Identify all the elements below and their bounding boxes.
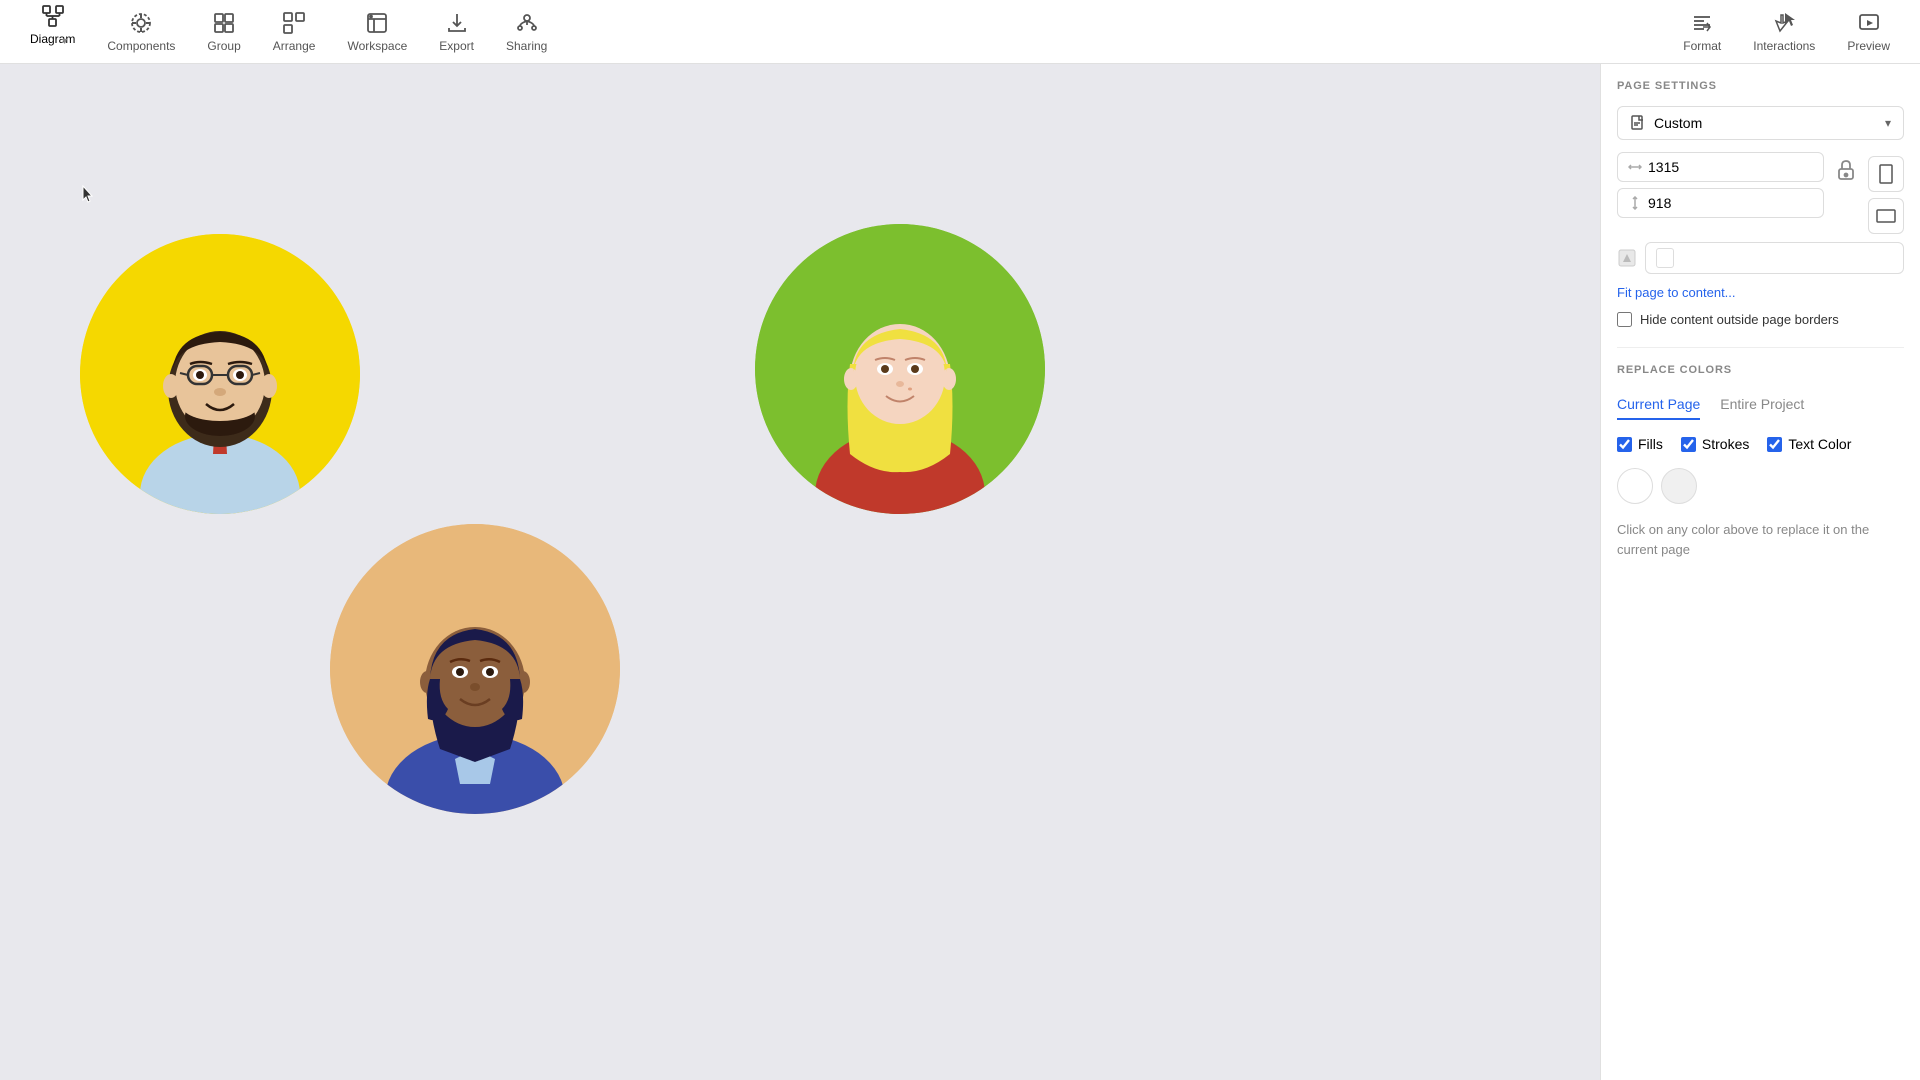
sidebar: PAGE SETTINGS Custom ▾ bbox=[1600, 64, 1920, 1080]
width-input[interactable] bbox=[1648, 159, 1813, 175]
replace-colors-title: REPLACE COLORS bbox=[1617, 347, 1904, 376]
color-filter-checkboxes: Fills Strokes Text Color bbox=[1617, 436, 1904, 452]
toolbar: Diagram ▼ Components bbox=[0, 0, 1920, 64]
height-icon bbox=[1628, 196, 1642, 210]
preview-label: Preview bbox=[1847, 39, 1890, 53]
file-icon bbox=[1630, 115, 1646, 131]
toolbar-group[interactable]: Group bbox=[193, 3, 254, 61]
strokes-checkbox-item[interactable]: Strokes bbox=[1681, 436, 1749, 452]
fills-label: Fills bbox=[1638, 436, 1663, 452]
fills-checkbox-item[interactable]: Fills bbox=[1617, 436, 1663, 452]
text-color-checkbox[interactable] bbox=[1767, 437, 1782, 452]
bg-color-swatch[interactable] bbox=[1656, 248, 1674, 268]
interactions-label: Interactions bbox=[1753, 39, 1815, 53]
replace-colors-tabs: Current Page Entire Project bbox=[1617, 390, 1904, 420]
fills-checkbox[interactable] bbox=[1617, 437, 1632, 452]
page-size-dropdown-row: Custom ▾ bbox=[1617, 106, 1904, 140]
chevron-down-icon: ▾ bbox=[1885, 116, 1891, 130]
format-label: Format bbox=[1683, 39, 1721, 53]
components-icon bbox=[129, 11, 153, 35]
workspace-icon bbox=[365, 11, 389, 35]
color-swatch-white[interactable] bbox=[1617, 468, 1653, 504]
group-label: Group bbox=[207, 39, 240, 53]
toolbar-format[interactable]: Format bbox=[1669, 3, 1735, 61]
lock-proportions-button[interactable] bbox=[1832, 156, 1860, 184]
toolbar-interactions[interactable]: Interactions bbox=[1739, 3, 1829, 61]
text-color-label: Text Color bbox=[1788, 436, 1851, 452]
text-color-checkbox-item[interactable]: Text Color bbox=[1767, 436, 1851, 452]
hide-content-row: Hide content outside page borders bbox=[1617, 312, 1904, 327]
portrait-orientation-button[interactable] bbox=[1868, 156, 1904, 192]
toolbar-preview[interactable]: Preview bbox=[1833, 3, 1904, 61]
avatar-woman-blonde[interactable] bbox=[755, 224, 1045, 514]
arrange-icon bbox=[282, 11, 306, 35]
cursor-icon bbox=[79, 184, 99, 204]
height-input-wrap bbox=[1617, 188, 1824, 218]
avatar-man-glasses[interactable] bbox=[80, 234, 360, 514]
custom-label: Custom bbox=[1654, 115, 1702, 131]
tab-current-page[interactable]: Current Page bbox=[1617, 390, 1700, 420]
strokes-label: Strokes bbox=[1702, 436, 1749, 452]
format-icon bbox=[1690, 11, 1714, 35]
components-label: Components bbox=[107, 39, 175, 53]
group-icon bbox=[212, 11, 236, 35]
export-label: Export bbox=[439, 39, 474, 53]
height-input[interactable] bbox=[1648, 195, 1813, 211]
sharing-icon bbox=[515, 11, 539, 35]
toolbar-components[interactable]: Components bbox=[93, 3, 189, 61]
bg-color-input-row bbox=[1645, 242, 1904, 274]
hide-content-checkbox[interactable] bbox=[1617, 312, 1632, 327]
toolbar-left: Diagram ▼ Components bbox=[16, 0, 561, 68]
export-icon bbox=[445, 11, 469, 35]
page-size-dropdown[interactable]: Custom ▾ bbox=[1617, 106, 1904, 140]
interactions-icon bbox=[1772, 11, 1796, 35]
toolbar-sharing[interactable]: Sharing bbox=[492, 3, 561, 61]
sharing-label: Sharing bbox=[506, 39, 547, 53]
tab-entire-project[interactable]: Entire Project bbox=[1720, 390, 1804, 420]
strokes-checkbox[interactable] bbox=[1681, 437, 1696, 452]
dropdown-arrow-icon: ▼ bbox=[60, 36, 69, 46]
toolbar-right: Format Interactions Preview bbox=[1669, 3, 1904, 61]
toolbar-diagram[interactable]: Diagram ▼ bbox=[16, 0, 89, 68]
toolbar-workspace[interactable]: Workspace bbox=[333, 3, 421, 61]
arrange-label: Arrange bbox=[273, 39, 316, 53]
toolbar-export[interactable]: Export bbox=[425, 3, 488, 61]
landscape-orientation-button[interactable] bbox=[1868, 198, 1904, 234]
workspace-label: Workspace bbox=[347, 39, 407, 53]
avatar-woman-blue-hair[interactable] bbox=[330, 524, 620, 814]
color-swatches bbox=[1617, 468, 1904, 504]
preview-icon bbox=[1857, 11, 1881, 35]
canvas-area[interactable] bbox=[0, 64, 1600, 1080]
width-icon bbox=[1628, 160, 1642, 174]
replace-colors-hint: Click on any color above to replace it o… bbox=[1617, 520, 1904, 559]
toolbar-arrange[interactable]: Arrange bbox=[259, 3, 330, 61]
bg-color-hex-input[interactable] bbox=[1680, 251, 1893, 266]
fit-page-link[interactable]: Fit page to content... bbox=[1617, 285, 1736, 300]
bg-fill-icon bbox=[1617, 248, 1637, 268]
width-input-wrap bbox=[1617, 152, 1824, 182]
diagram-icon bbox=[41, 4, 65, 28]
color-swatch-light-gray[interactable] bbox=[1661, 468, 1697, 504]
page-settings-title: PAGE SETTINGS bbox=[1617, 80, 1904, 92]
hide-content-label[interactable]: Hide content outside page borders bbox=[1640, 312, 1839, 327]
